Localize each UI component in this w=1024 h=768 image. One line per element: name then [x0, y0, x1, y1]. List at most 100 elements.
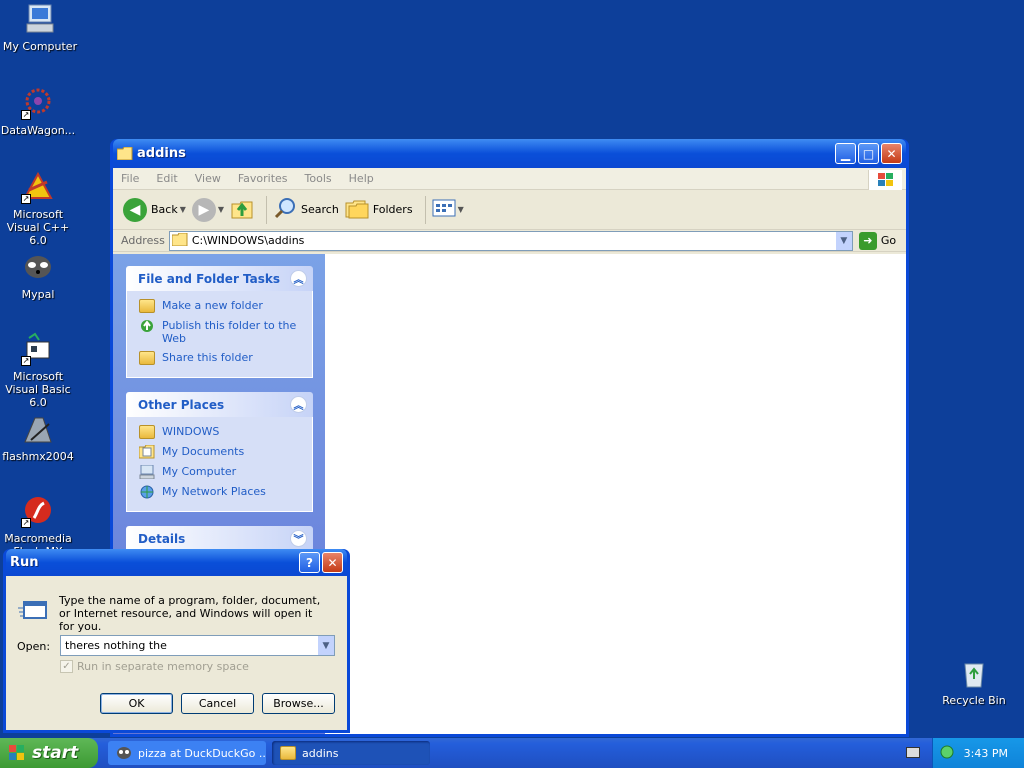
shortcut-arrow-icon: ↗ [21, 356, 31, 366]
menu-tools[interactable]: Tools [305, 172, 332, 185]
separate-memory-checkbox[interactable]: ✓ Run in separate memory space [60, 660, 249, 673]
place-my-network-places[interactable]: My Network Places [139, 485, 306, 499]
folders-label: Folders [372, 203, 413, 216]
panel-title: Details [138, 531, 186, 546]
open-input-value: theres nothing the [65, 639, 167, 652]
mypal-icon [21, 250, 55, 284]
desktop-icon-label: Mypal [21, 288, 55, 301]
task-publish-folder[interactable]: Publish this folder to the Web [139, 319, 306, 345]
network-tray-icon[interactable] [940, 745, 954, 762]
address-input[interactable]: C:\WINDOWS\addins ▼ [168, 230, 853, 251]
task-label: pizza at DuckDuckGo ... [138, 746, 266, 760]
desktop-icon-label: Recycle Bin [942, 694, 1006, 707]
desktop-icon-recycle-bin[interactable]: Recycle Bin [934, 656, 1014, 707]
chevron-down-icon[interactable]: ▼ [318, 636, 334, 655]
panel-header[interactable]: File and Folder Tasks ︽ [126, 266, 313, 291]
publish-web-icon [139, 319, 155, 333]
folders-icon [345, 197, 369, 222]
place-windows[interactable]: WINDOWS [139, 425, 306, 439]
shortcut-arrow-icon: ↗ [21, 518, 31, 528]
back-button[interactable]: ◀ Back ▼ [123, 197, 186, 222]
search-button[interactable]: Search [273, 196, 339, 223]
folders-button[interactable]: Folders [345, 197, 413, 222]
help-button[interactable]: ? [299, 552, 320, 573]
desktop-icon-mypal[interactable]: Mypal [0, 250, 78, 301]
collapse-chevron-icon[interactable]: ︽ [290, 396, 307, 413]
run-titlebar[interactable]: Run ? ✕ [6, 549, 347, 576]
keyboard-icon[interactable] [906, 747, 920, 758]
taskbar-item-browser[interactable]: pizza at DuckDuckGo ... [108, 741, 266, 765]
views-button[interactable]: ▼ [432, 198, 464, 221]
folder-content-view[interactable] [325, 254, 906, 734]
folder-up-icon [230, 196, 254, 223]
task-label: Share this folder [162, 351, 253, 364]
views-icon [432, 198, 456, 221]
toolbar-separator [266, 195, 268, 224]
desktop-icon-label: flashmx2004 [2, 450, 74, 463]
menu-view[interactable]: View [195, 172, 221, 185]
desktop-icon-visual-cpp[interactable]: ↗ Microsoft Visual C++ 6.0 [0, 170, 78, 247]
panel-title: Other Places [138, 397, 225, 412]
ok-button[interactable]: OK [100, 693, 173, 714]
run-dialog: Run ? ✕ Type the name of a program, fold… [3, 549, 350, 733]
up-button[interactable] [230, 196, 254, 223]
cancel-button[interactable]: Cancel [181, 693, 254, 714]
checkbox-label: Run in separate memory space [77, 660, 249, 673]
start-button[interactable]: start [0, 738, 98, 768]
menu-favorites[interactable]: Favorites [238, 172, 288, 185]
desktop-icon-datawagon[interactable]: ↗ DataWagon... [0, 86, 78, 137]
open-label: Open: [17, 640, 51, 653]
close-button[interactable]: ✕ [322, 552, 343, 573]
clock[interactable]: 3:43 PM [964, 747, 1008, 760]
maximize-button[interactable]: □ [858, 143, 879, 164]
task-make-new-folder[interactable]: Make a new folder [139, 299, 306, 313]
forward-arrow-icon: ▶ [191, 197, 216, 222]
run-description: Type the name of a program, folder, docu… [59, 594, 321, 633]
toolbar: ◀ Back ▼ ▶ ▼ Search Folders ▼ [113, 190, 906, 230]
taskbar-item-addins[interactable]: addins [272, 741, 430, 765]
place-label: My Documents [162, 445, 245, 458]
explorer-titlebar[interactable]: addins ▁ □ ✕ [113, 139, 906, 168]
open-input[interactable]: theres nothing the ▼ [60, 635, 335, 656]
chevron-down-icon: ▼ [217, 205, 225, 214]
address-bar: Address C:\WINDOWS\addins ▼ ➜ Go [113, 230, 906, 252]
folder-icon [116, 146, 133, 161]
menu-file[interactable]: File [121, 172, 139, 185]
desktop-icon-label: Microsoft Visual C++ 6.0 [6, 208, 70, 247]
menu-edit[interactable]: Edit [156, 172, 177, 185]
macromedia-flash-icon: ↗ [21, 494, 55, 528]
panel-header[interactable]: Details ︾ [126, 526, 313, 551]
place-my-documents[interactable]: My Documents [138, 444, 306, 459]
folder-icon [171, 232, 188, 249]
panel-header[interactable]: Other Places ︽ [126, 392, 313, 417]
minimize-button[interactable]: ▁ [835, 143, 856, 164]
network-icon [139, 485, 155, 499]
expand-chevron-icon[interactable]: ︾ [290, 530, 307, 547]
browse-button[interactable]: Browse... [262, 693, 335, 714]
details-panel: Details ︾ [126, 526, 313, 551]
flash-folder-icon [21, 412, 55, 446]
go-button[interactable]: ➜ Go [858, 231, 896, 250]
desktop-icon-flashmx2004[interactable]: flashmx2004 [0, 412, 78, 463]
chevron-down-icon[interactable]: ▼ [834, 231, 852, 250]
close-button[interactable]: ✕ [881, 143, 902, 164]
desktop-icon-my-computer[interactable]: My Computer [0, 2, 80, 53]
menu-help[interactable]: Help [349, 172, 374, 185]
desktop-icon-visual-basic[interactable]: ↗ Microsoft Visual Basic 6.0 [0, 332, 78, 409]
place-label: WINDOWS [162, 425, 220, 438]
forward-button[interactable]: ▶ ▼ [191, 197, 225, 222]
place-my-computer[interactable]: My Computer [139, 464, 306, 480]
chevron-down-icon: ▼ [457, 205, 464, 214]
task-label: Publish this folder to the Web [162, 319, 297, 345]
panel-title: File and Folder Tasks [138, 271, 281, 286]
computer-icon [139, 464, 155, 480]
task-share-folder[interactable]: Share this folder [139, 351, 306, 365]
desktop-icon-label: Microsoft Visual Basic 6.0 [5, 370, 71, 409]
folder-icon [280, 746, 296, 760]
dialog-title: Run [10, 555, 39, 570]
search-icon [273, 196, 297, 223]
run-icon [18, 598, 48, 622]
back-label: Back [151, 203, 178, 216]
taskbar: start pizza at DuckDuckGo ... addins 3:4… [0, 738, 1024, 768]
collapse-chevron-icon[interactable]: ︽ [290, 270, 307, 287]
